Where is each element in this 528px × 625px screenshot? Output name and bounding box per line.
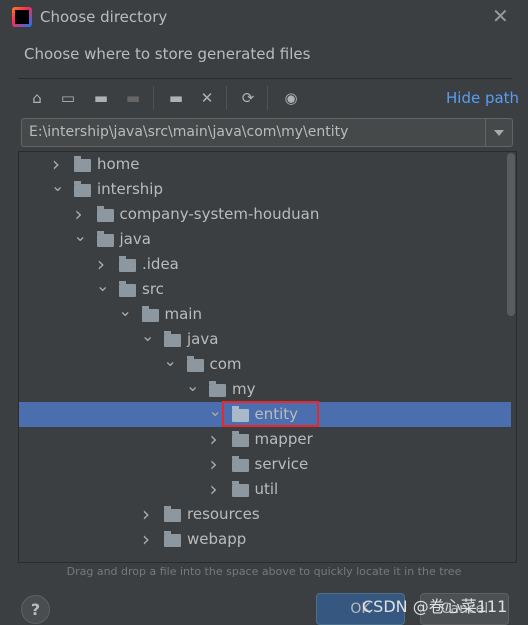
tree-row-label: java — [187, 330, 219, 348]
tree-row[interactable]: ⌄ my — [19, 377, 511, 402]
chevron-right-icon[interactable]: › — [141, 527, 151, 552]
chevron-right-icon[interactable]: › — [96, 252, 106, 277]
folder-icon — [164, 331, 181, 347]
scrollbar[interactable] — [507, 153, 515, 316]
chevron-down-icon[interactable]: ⌄ — [164, 352, 177, 370]
tree-row-label: intership — [97, 180, 163, 198]
show-hidden-icon[interactable]: ◉ — [281, 88, 301, 108]
folder-icon — [231, 481, 249, 497]
path-value: E:\intership\java\src\main\java\com\my\e… — [29, 124, 349, 140]
chevron-right-icon[interactable]: › — [74, 202, 84, 227]
chevron-down-icon[interactable]: ⌄ — [186, 377, 199, 395]
new-folder-icon[interactable]: ▬ — [166, 88, 186, 108]
drag-drop-hint: Drag and drop a file into the space abov… — [66, 565, 462, 578]
tree-row[interactable]: › webapp — [19, 527, 511, 552]
desktop-icon[interactable]: ▭ — [58, 88, 78, 108]
tree-row-label: src — [142, 280, 164, 298]
toolbar-separator — [226, 86, 227, 110]
toolbar-separator — [267, 86, 268, 110]
tree-row[interactable]: ⌄ java — [19, 327, 511, 352]
folder-icon — [231, 431, 249, 447]
tree-row[interactable]: ⌄ java — [19, 227, 511, 252]
toolbar-separator — [153, 86, 154, 110]
close-icon[interactable]: ✕ — [492, 4, 509, 28]
intellij-logo-icon — [12, 7, 32, 27]
highlight-box — [222, 401, 319, 427]
chevron-right-icon[interactable]: › — [141, 502, 151, 527]
folder-icon — [119, 281, 136, 297]
hide-path-link[interactable]: Hide path — [446, 89, 519, 107]
divider — [18, 78, 512, 79]
folder-icon — [96, 231, 114, 247]
chevron-right-icon[interactable]: › — [51, 152, 61, 177]
chevron-down-icon[interactable] — [485, 119, 512, 146]
tree-row[interactable]: › service — [19, 452, 511, 477]
home-icon[interactable]: ⌂ — [27, 88, 47, 108]
dialog-title: Choose directory — [40, 8, 168, 26]
tree-row-label: service — [254, 455, 309, 473]
chevron-down-icon[interactable]: ⌄ — [141, 327, 154, 345]
tree-row-label: com — [209, 355, 242, 373]
folder-icon — [209, 381, 226, 397]
tree-row[interactable]: › resources — [19, 502, 511, 527]
tree-row[interactable]: › company-system-houduan — [19, 202, 511, 227]
delete-icon[interactable]: ✕ — [197, 88, 217, 108]
chevron-right-icon[interactable]: › — [209, 477, 219, 502]
tree-row[interactable]: › mapper — [19, 427, 511, 452]
module-folder-icon[interactable]: ▬ — [123, 88, 143, 108]
tree-row-label: java — [119, 230, 151, 248]
tree-row-label: .idea — [142, 255, 179, 273]
tree-row-label: util — [254, 480, 279, 498]
folder-icon — [96, 206, 114, 222]
folder-icon — [231, 456, 249, 472]
tree-row[interactable]: › home — [19, 152, 511, 177]
watermark: CSDN @卷心菜111 — [362, 597, 508, 616]
chevron-down-icon[interactable]: ⌄ — [209, 402, 222, 420]
chevron-right-icon[interactable]: › — [209, 427, 219, 452]
tree-row-label: resources — [187, 505, 260, 523]
tree-row[interactable]: ⌄ com — [19, 352, 511, 377]
project-folder-icon[interactable]: ▬ — [91, 88, 111, 108]
folder-icon — [164, 531, 181, 547]
tree-row[interactable]: › .idea — [19, 252, 511, 277]
tree-row[interactable]: ⌄ intership — [19, 177, 511, 202]
folder-icon — [141, 306, 159, 322]
tree-row[interactable]: › util — [19, 477, 511, 502]
tree-row[interactable]: ⌄ src — [19, 277, 511, 302]
chevron-down-icon[interactable]: ⌄ — [119, 302, 132, 320]
tree-row[interactable]: ⌄ main — [19, 302, 511, 327]
refresh-icon[interactable]: ⟳ — [238, 88, 258, 108]
folder-icon — [164, 506, 181, 522]
folder-icon — [74, 156, 91, 172]
tree-row-label: mapper — [254, 430, 313, 448]
tree-row-label: home — [97, 155, 140, 173]
tree-row-label: webapp — [187, 530, 247, 548]
folder-icon — [186, 356, 204, 372]
chevron-down-icon[interactable]: ⌄ — [96, 277, 109, 295]
chevron-right-icon[interactable]: › — [209, 452, 219, 477]
tree-row-label: my — [232, 380, 256, 398]
tree-row-label: main — [164, 305, 202, 323]
chevron-down-icon[interactable]: ⌄ — [74, 227, 87, 245]
chevron-down-icon[interactable]: ⌄ — [51, 177, 64, 195]
path-input[interactable]: E:\intership\java\src\main\java\com\my\e… — [21, 118, 513, 147]
directory-tree[interactable]: › home ⌄ intership › company-system-houduan ⌄ j… — [18, 151, 517, 563]
folder-icon — [119, 256, 136, 272]
help-button[interactable]: ? — [21, 595, 50, 624]
folder-icon — [74, 181, 91, 197]
dialog-subtitle: Choose where to store generated files — [24, 45, 311, 63]
tree-row-label: company-system-houduan — [119, 205, 320, 223]
